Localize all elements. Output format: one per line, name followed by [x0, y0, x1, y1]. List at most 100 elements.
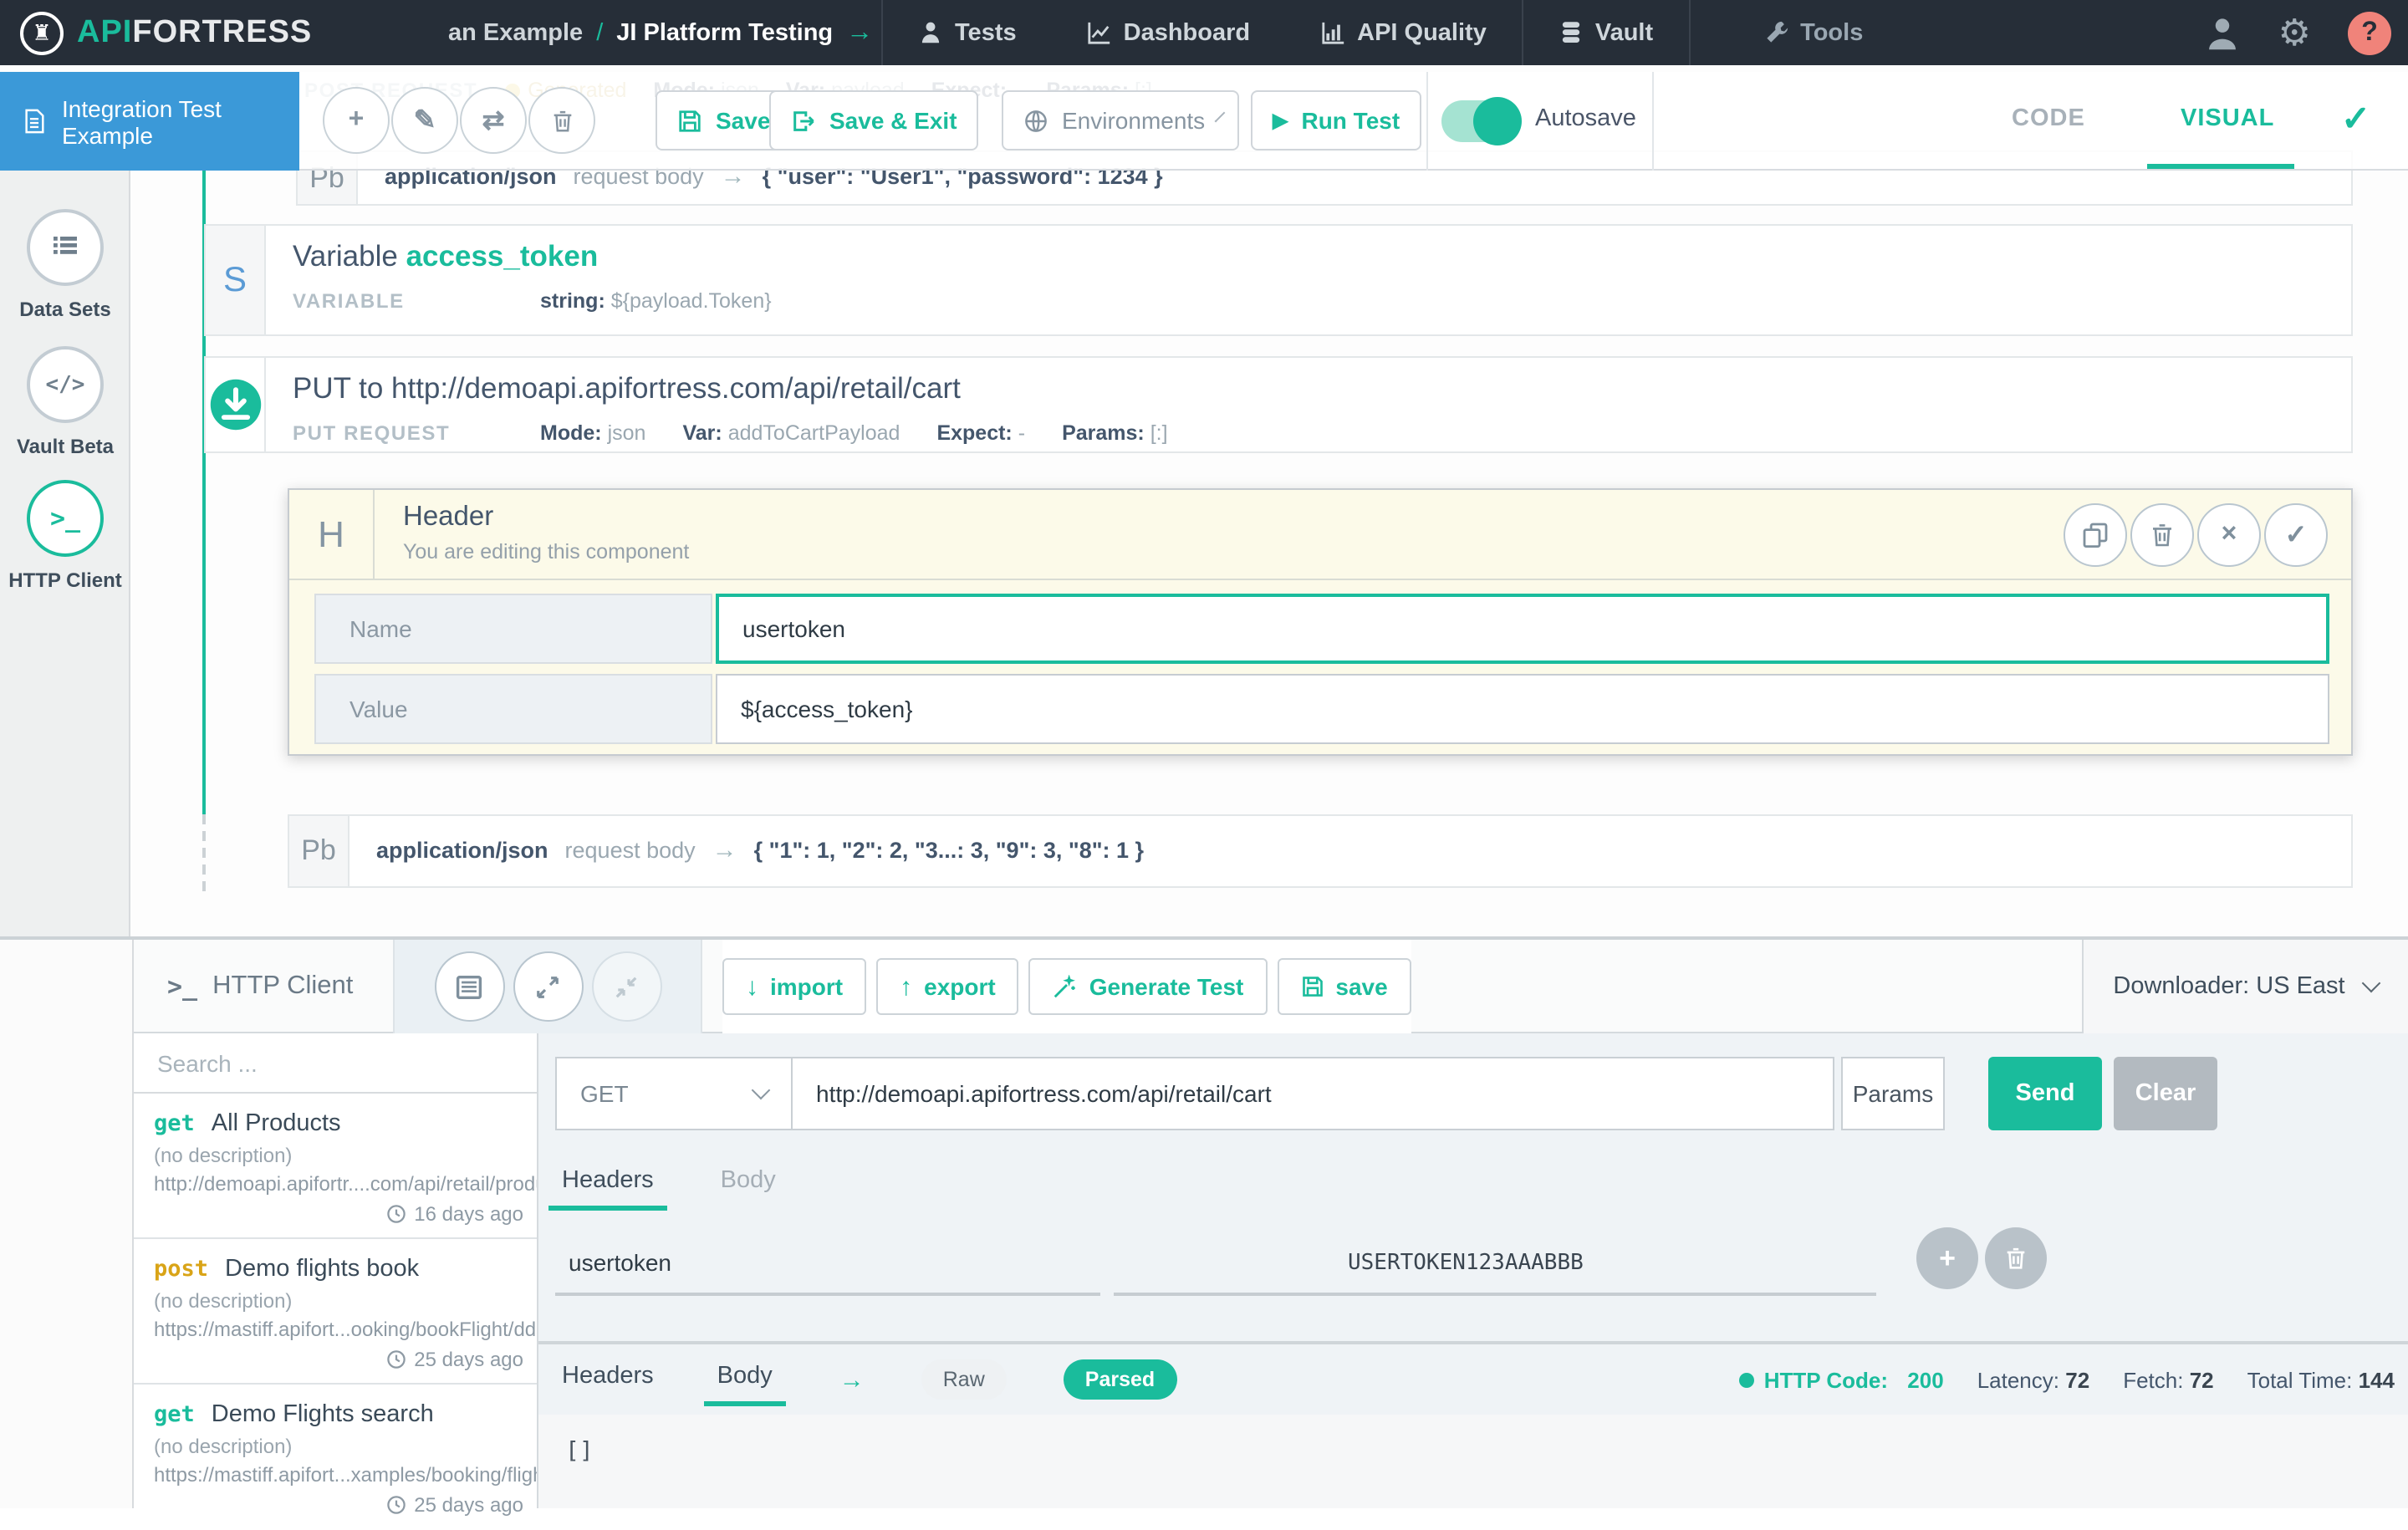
- history-search[interactable]: [134, 1033, 537, 1094]
- account-button[interactable]: [2205, 14, 2242, 51]
- brand[interactable]: ♜ APIFORTRESS: [20, 0, 312, 65]
- settings-gear-button[interactable]: ⚙: [2278, 11, 2311, 54]
- person-icon: [918, 20, 943, 45]
- tab-request-body[interactable]: Body: [714, 1157, 783, 1211]
- check-icon: ✓: [2285, 518, 2308, 552]
- history-item[interactable]: getDemo Flights search (no description) …: [134, 1385, 537, 1530]
- export-button[interactable]: ↑export: [876, 958, 1019, 1015]
- terminal-icon: >_: [167, 972, 197, 1002]
- arrow-icon: →: [712, 836, 737, 864]
- cancel-button[interactable]: ×: [2197, 503, 2261, 567]
- plus-icon: +: [349, 105, 365, 135]
- swap-arrows-icon: ⇄: [482, 104, 505, 137]
- wrench-icon: [1763, 20, 1788, 45]
- breadcrumb: an Example / JI Platform Testing →: [448, 0, 873, 65]
- edit-button[interactable]: ✎: [391, 87, 458, 154]
- reorder-button[interactable]: ⇄: [460, 87, 527, 154]
- main-menu: Tests Dashboard API Quality Vault Tools: [881, 0, 1898, 65]
- delete-component-button[interactable]: [528, 87, 595, 154]
- search-input[interactable]: [154, 1048, 498, 1078]
- tab-visual[interactable]: VISUAL: [2181, 105, 2274, 132]
- run-test-button[interactable]: ▶ Run Test: [1251, 90, 1421, 150]
- raw-toggle[interactable]: Raw: [921, 1359, 1007, 1400]
- request-header-row: usertoken USERTOKEN123AAABBB +: [555, 1227, 2391, 1296]
- breadcrumb-arrow-icon: →: [846, 18, 873, 48]
- menu-tests[interactable]: Tests: [883, 0, 1052, 65]
- component-tag: [206, 358, 266, 451]
- fetch-stat: Fetch: 72: [2123, 1367, 2213, 1392]
- environments-dropdown[interactable]: Environments: [1002, 90, 1239, 150]
- document-icon: [22, 107, 47, 135]
- autosave-toggle[interactable]: [1441, 100, 1518, 142]
- menu-dashboard[interactable]: Dashboard: [1052, 0, 1286, 65]
- generate-test-button[interactable]: Generate Test: [1029, 958, 1268, 1015]
- confirm-button[interactable]: ✓: [2264, 503, 2328, 567]
- add-component-button[interactable]: +: [323, 87, 390, 154]
- url-input[interactable]: [813, 1079, 1813, 1109]
- collapse-icon: [614, 974, 639, 999]
- code-icon: </>: [46, 372, 85, 397]
- header-value-field[interactable]: [716, 674, 2329, 744]
- header-name-value[interactable]: usertoken: [555, 1249, 1100, 1296]
- history-item[interactable]: getAll Products (no description) http://…: [134, 1094, 537, 1239]
- method-select[interactable]: GET: [555, 1057, 793, 1130]
- header-value-value[interactable]: USERTOKEN123AAABBB: [1114, 1251, 1876, 1296]
- collapse-button[interactable]: [591, 951, 661, 1022]
- tab-request-headers[interactable]: Headers: [555, 1157, 661, 1211]
- delete-button[interactable]: [2130, 503, 2194, 567]
- import-button[interactable]: ↓import: [722, 958, 866, 1015]
- put-request-component[interactable]: PUT to http://demoapi.apifortress.com/ap…: [204, 356, 2353, 453]
- put-request-title: PUT to http://demoapi.apifortress.com/ap…: [293, 371, 2351, 406]
- save-request-button[interactable]: save: [1277, 958, 1411, 1015]
- sidebar-item-vault-beta[interactable]: </> Vault Beta: [0, 346, 130, 458]
- editor-title: Header: [403, 502, 689, 533]
- menu-tools[interactable]: Tools: [1690, 0, 1898, 65]
- parsed-toggle[interactable]: Parsed: [1064, 1359, 1176, 1400]
- tab-response-body[interactable]: Body: [711, 1353, 779, 1406]
- remove-header-button[interactable]: [1985, 1227, 2047, 1289]
- chevron-down-icon: [2362, 974, 2381, 993]
- test-tab[interactable]: Integration Test Example: [0, 72, 299, 171]
- clear-button[interactable]: Clear: [2114, 1057, 2217, 1130]
- tab-response-headers[interactable]: Headers: [555, 1353, 661, 1406]
- body-json: { "1": 1, "2": 2, "3...: 3, "9": 3, "8":…: [754, 838, 1144, 863]
- trash-icon: [2149, 522, 2176, 548]
- pencil-icon: ✎: [414, 104, 436, 137]
- variable-component[interactable]: S Variable access_token VARIABLE string:…: [204, 224, 2353, 336]
- help-button[interactable]: ?: [2348, 11, 2391, 54]
- downloader-dropdown[interactable]: Downloader: US East: [2082, 940, 2408, 1033]
- tab-code[interactable]: CODE: [2012, 105, 2085, 132]
- duplicate-button[interactable]: [2064, 503, 2127, 567]
- plus-icon: +: [1939, 1242, 1956, 1275]
- save-icon: [1300, 975, 1324, 998]
- menu-vault[interactable]: Vault: [1523, 0, 1688, 65]
- menu-api-quality[interactable]: API Quality: [1285, 0, 1522, 65]
- header-name-input[interactable]: [739, 614, 2326, 644]
- params-button[interactable]: Params: [1841, 1057, 1945, 1130]
- check-icon[interactable]: ✓: [2341, 99, 2370, 140]
- left-sidebar: Data Sets </> Vault Beta >_ HTTP Client: [0, 72, 130, 936]
- cloud-download-icon: [208, 378, 262, 431]
- add-header-button[interactable]: +: [1916, 1227, 1978, 1289]
- sidebar-item-http-client[interactable]: >_ HTTP Client: [0, 480, 130, 592]
- header-value-input[interactable]: [737, 694, 2328, 724]
- top-navbar: ♜ APIFORTRESS an Example / JI Platform T…: [0, 0, 2408, 65]
- upload-arrow-icon: ↑: [900, 972, 912, 1001]
- http-client-toolbar: >_ HTTP Client ↓import ↑export: [134, 940, 2408, 1033]
- component-tag: H: [289, 490, 375, 579]
- name-label: Name: [314, 594, 712, 664]
- play-icon: ▶: [1273, 109, 1288, 132]
- save-and-exit-button[interactable]: Save & Exit: [769, 90, 979, 150]
- history-item[interactable]: postDemo flights book (no description) h…: [134, 1239, 537, 1385]
- header-name-field[interactable]: [716, 594, 2329, 664]
- put-body-component[interactable]: Pb application/json request body → { "1"…: [288, 814, 2353, 888]
- breadcrumb-project[interactable]: an Example: [448, 19, 583, 46]
- globe-icon: [1023, 108, 1048, 133]
- breadcrumb-test[interactable]: JI Platform Testing: [616, 19, 833, 46]
- value-label: Value: [314, 674, 712, 744]
- sidebar-item-data-sets[interactable]: Data Sets: [0, 209, 130, 321]
- send-button[interactable]: Send: [1988, 1057, 2102, 1130]
- url-field[interactable]: [793, 1057, 1834, 1130]
- panel-layout-button[interactable]: [434, 951, 504, 1022]
- expand-button[interactable]: [513, 951, 583, 1022]
